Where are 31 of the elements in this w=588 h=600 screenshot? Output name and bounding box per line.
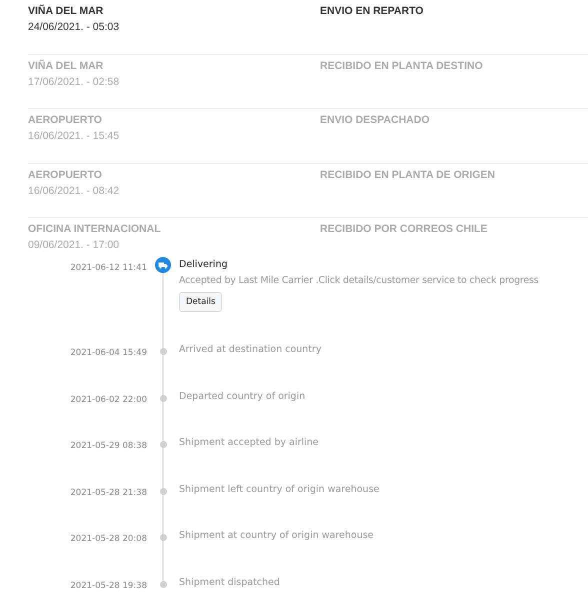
status-label: ENVIO DESPACHADO <box>320 114 430 128</box>
event-title: Delivering <box>179 258 228 271</box>
status-label: ENVIO EN REPARTO <box>320 5 424 19</box>
location-label: VIÑA DEL MAR <box>28 5 104 18</box>
event-description: Accepted by Last Mile Carrier .Click details/customer service to check progress <box>179 274 539 287</box>
event-time: 2021-06-02 22:00 <box>69 394 147 405</box>
date-time: 09/06/2021. - 17:00 <box>28 239 120 252</box>
event-time: 2021-05-28 20:08 <box>69 533 147 544</box>
location-label: AEROPUERTO <box>28 114 103 127</box>
location-label: OFICINA INTERNACIONAL <box>28 223 162 236</box>
date-time: 16/06/2021. - 08:42 <box>28 184 120 198</box>
location-label: VIÑA DEL MAR <box>28 60 104 72</box>
status-label: RECIBIDO POR CORREOS CHILE <box>320 223 488 237</box>
event-time: 2021-06-12 11:41 <box>69 262 147 273</box>
details-button[interactable]: Details <box>179 292 222 312</box>
date-time: 24/06/2021. - 05:03 <box>28 21 120 34</box>
event-time: 2021-05-28 21:38 <box>69 486 147 498</box>
date-time: 16/06/2021. - 15:45 <box>28 130 120 143</box>
event-title: Shipment dispatched <box>179 576 280 589</box>
event-title: Shipment at country of origin warehouse <box>179 529 374 542</box>
event-title: Arrived at destination country <box>179 343 322 356</box>
date-time: 17/06/2021. - 02:58 <box>28 76 120 88</box>
event-title: Shipment accepted by airline <box>179 436 319 450</box>
status-label: RECIBIDO EN PLANTA DE ORIGEN <box>320 168 496 182</box>
event-title: Departed country of origin <box>179 390 306 403</box>
event-title: Shipment left country of origin warehouse <box>179 482 380 496</box>
location-label: AEROPUERTO <box>28 168 103 182</box>
event-time: 2021-05-29 08:38 <box>69 440 147 452</box>
event-time: 2021-06-04 15:49 <box>69 347 147 358</box>
event-time: 2021-05-28 19:38 <box>69 580 147 591</box>
status-label: RECIBIDO EN PLANTA DESTINO <box>320 60 483 74</box>
